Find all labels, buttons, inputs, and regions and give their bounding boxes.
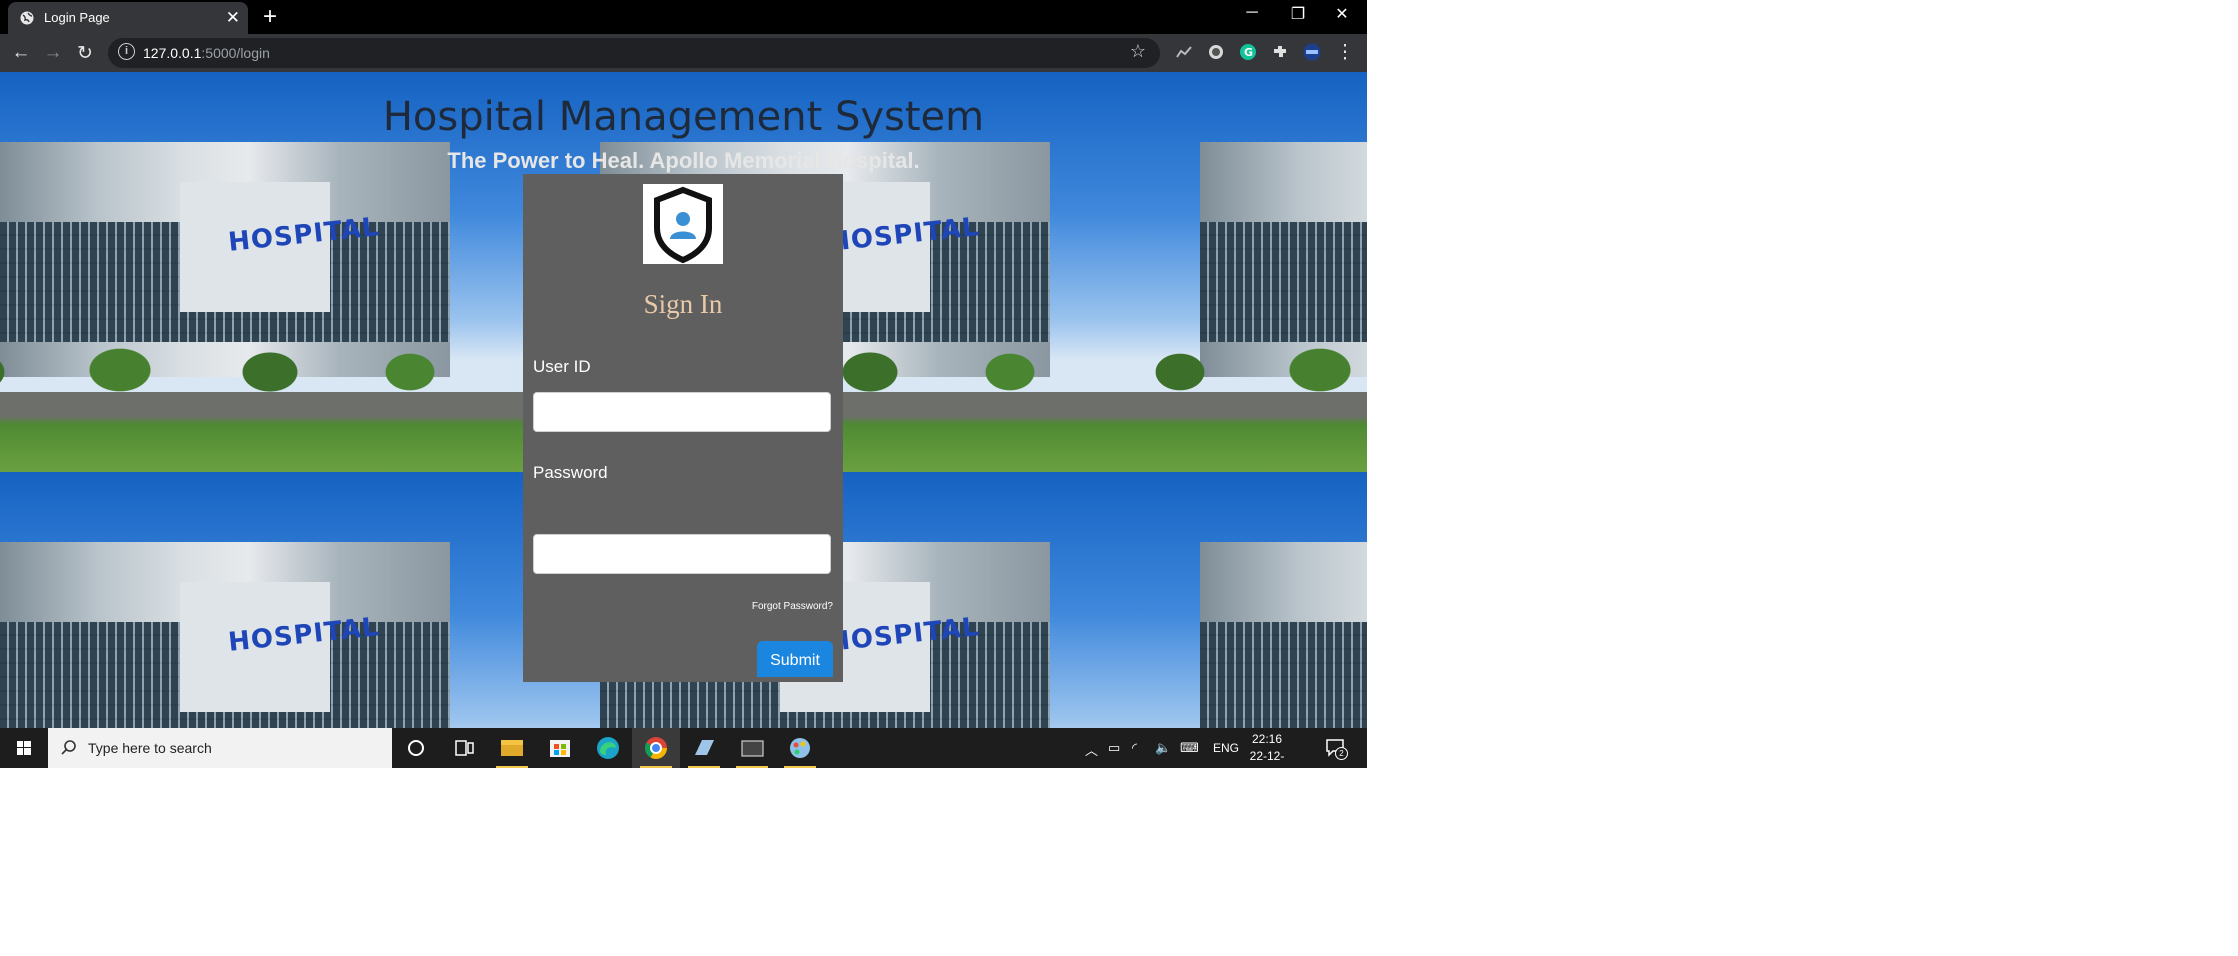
submit-button[interactable]: Submit (757, 641, 833, 677)
extension-chart-icon[interactable] (1175, 43, 1193, 61)
back-icon[interactable]: ← (9, 42, 33, 64)
close-window-icon[interactable]: ✕ (1322, 4, 1362, 24)
network-icon[interactable]: ◜ (1132, 740, 1137, 756)
battery-icon[interactable]: ▭ (1108, 740, 1120, 756)
close-tab-icon[interactable]: ✕ (226, 8, 240, 28)
svg-text:G: G (1244, 46, 1253, 59)
forgot-password-link[interactable]: Forgot Password? (752, 601, 833, 612)
search-placeholder: Type here to search (88, 740, 212, 756)
page-heading: Hospital Management System (382, 94, 985, 140)
edge-icon[interactable] (584, 728, 632, 768)
chrome-icon[interactable] (632, 728, 680, 768)
notification-center-icon[interactable]: 2 (1325, 737, 1348, 760)
terminal-app-icon[interactable] (728, 728, 776, 768)
user-shield-icon (654, 186, 712, 264)
paint-app-icon[interactable] (776, 728, 824, 768)
taskbar-search[interactable]: Type here to search (48, 728, 392, 768)
new-tab-button[interactable]: + (260, 3, 280, 31)
task-view-icon[interactable] (440, 728, 488, 768)
password-input[interactable] (533, 534, 831, 574)
tab-title: Login Page (44, 10, 110, 25)
profile-avatar-icon[interactable] (1303, 43, 1321, 61)
microsoft-store-icon[interactable] (536, 728, 584, 768)
search-icon (61, 740, 76, 755)
login-card: Sign In User ID Password Forgot Password… (523, 174, 843, 682)
forward-icon[interactable]: → (41, 42, 65, 64)
notification-count-badge: 2 (1335, 747, 1348, 760)
logo (643, 184, 723, 264)
desktop-screen: Login Page ✕ + ─ ❐ ✕ ← → ↻ i 127.0.0.1:5… (0, 0, 1367, 768)
browser-toolbar: ← → ↻ i 127.0.0.1:5000/login ☆ (0, 34, 1367, 72)
form-title: Sign In (643, 289, 723, 319)
restore-icon[interactable]: ❐ (1278, 4, 1318, 24)
background-photo: HOSPITAL (0, 472, 540, 728)
show-hidden-icons-chevron-icon[interactable]: ︿ (1085, 740, 1098, 759)
clock-time: 22:16 (1251, 732, 1283, 746)
user-id-input[interactable] (533, 392, 831, 432)
login-page: HOSPITAL HOSPITAL HOSPITAL HOSPITAL Hosp… (0, 72, 1367, 728)
windows-start-icon[interactable] (0, 728, 48, 768)
browser-tab[interactable]: Login Page ✕ (8, 2, 248, 34)
notes-app-icon[interactable] (680, 728, 728, 768)
cortana-icon[interactable] (392, 728, 440, 768)
reload-icon[interactable]: ↻ (73, 42, 97, 65)
url-text[interactable]: 127.0.0.1:5000/login (143, 45, 270, 61)
browser-menu-icon[interactable]: ⋮ (1333, 41, 1357, 64)
minimize-icon[interactable]: ─ (1232, 4, 1272, 22)
keyboard-icon[interactable]: ⌨ (1180, 740, 1199, 756)
password-label: Password (533, 463, 608, 482)
address-bar[interactable]: i 127.0.0.1:5000/login ☆ (108, 38, 1160, 68)
windows-taskbar: Type here to search ︿ ▭ ◜ 🔈 ⌨ ENG 22:16 … (0, 728, 1367, 768)
site-info-icon[interactable]: i (118, 43, 135, 60)
background-photo (1140, 472, 1367, 728)
extension-circle-icon[interactable] (1207, 43, 1225, 61)
globe-icon (20, 11, 34, 25)
bookmark-star-icon[interactable]: ☆ (1130, 41, 1146, 62)
user-id-label: User ID (533, 357, 591, 376)
clock-date: 22-12-2020 (1249, 749, 1285, 768)
browser-tab-strip: Login Page ✕ + ─ ❐ ✕ (0, 0, 1367, 34)
language-indicator[interactable]: ENG (1213, 741, 1239, 755)
volume-icon[interactable]: 🔈 (1155, 740, 1171, 756)
grammarly-icon[interactable]: G (1239, 43, 1257, 61)
extensions-puzzle-icon[interactable] (1271, 43, 1289, 61)
file-explorer-icon[interactable] (488, 728, 536, 768)
page-tagline: The Power to Heal. Apollo Memorial Hospi… (447, 148, 920, 173)
taskbar-clock[interactable]: 22:16 22-12-2020 (1238, 731, 1296, 768)
